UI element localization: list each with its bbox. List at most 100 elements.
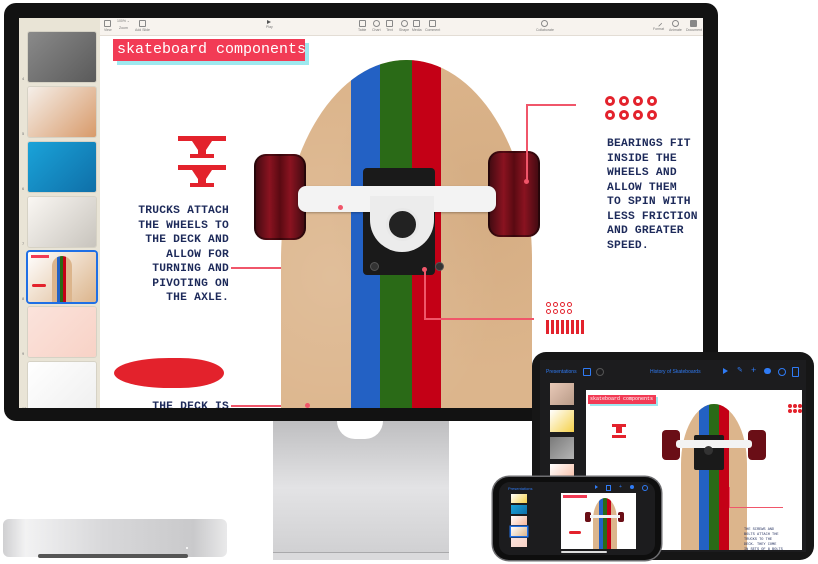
slide-thumbnail[interactable] — [28, 307, 96, 357]
trucks-text-line: THE WHEELS TO — [138, 219, 229, 232]
slide-thumbnail[interactable] — [511, 505, 527, 514]
more-icon[interactable] — [778, 368, 786, 376]
shape-icon — [400, 20, 408, 27]
trucks-text-line: ALLOW FOR — [166, 248, 229, 261]
slide-thumbnail[interactable] — [28, 142, 96, 192]
sidebar-view-icon — [104, 20, 112, 27]
slide-number: 10 — [22, 406, 26, 408]
bearings-text-line: LESS FRICTION — [607, 210, 698, 223]
bearings-icon — [605, 96, 657, 120]
slide-thumbnail[interactable] — [28, 87, 96, 137]
truck-icon — [178, 136, 226, 158]
collaborate-button[interactable]: Collaborate — [536, 20, 554, 33]
slide-thumbnail[interactable] — [28, 362, 96, 408]
document-title[interactable]: History of Skateboards — [650, 369, 701, 375]
slide-thumbnail[interactable] — [511, 494, 527, 503]
media-icon — [413, 20, 421, 27]
slide-thumbnail[interactable] — [511, 527, 527, 536]
slide-thumbnail[interactable] — [511, 516, 527, 525]
text-button[interactable]: Text — [386, 20, 393, 33]
slide-thumbnail[interactable] — [550, 437, 574, 459]
format-icon[interactable]: ✎ — [737, 367, 743, 374]
ipad-skateboard — [681, 404, 747, 550]
slide-thumbnail[interactable] — [511, 538, 527, 547]
add-slide-button[interactable]: Add Slide — [135, 20, 150, 33]
chart-button[interactable]: Chart — [372, 20, 381, 33]
view-button[interactable]: View — [104, 20, 112, 33]
bearings-text-line: INSIDE THE — [607, 152, 677, 165]
more-icon[interactable] — [642, 485, 648, 491]
deck-text-line: THE DECK IS — [152, 401, 229, 408]
trucks-text-line: TURNING AND — [152, 263, 229, 275]
undo-icon[interactable] — [596, 368, 604, 376]
add-icon[interactable]: + — [751, 366, 756, 375]
sidebar-toggle-icon[interactable] — [583, 368, 591, 376]
slide-number: 4 — [22, 76, 25, 81]
slide-number: 7 — [22, 241, 25, 246]
slide-thumbnail[interactable] — [550, 410, 574, 432]
animate-icon — [671, 20, 679, 27]
chart-icon — [372, 20, 380, 27]
shape-button[interactable]: Shape — [399, 20, 409, 33]
add-slide-icon — [138, 20, 146, 27]
ipad-screws-text-line: IN SETS OF 8 BOLTS — [744, 548, 783, 550]
iphone-slide-canvas[interactable] — [561, 493, 636, 549]
mac-mini-status-light — [186, 547, 188, 549]
zoom-button[interactable]: 100% ⌄ Zoom — [117, 19, 130, 30]
collaborate-icon[interactable] — [630, 485, 634, 489]
document-button[interactable]: Document — [686, 20, 702, 33]
bearings-leader-line-vertical — [526, 104, 528, 181]
play-icon[interactable] — [595, 485, 598, 489]
play-button[interactable]: Play — [266, 20, 273, 30]
media-button[interactable]: Media — [412, 20, 422, 33]
keynote-iphone-window: Presentations + — [499, 482, 655, 555]
slide-number: 6 — [22, 186, 25, 191]
screws-leader-line — [424, 318, 534, 320]
format-button[interactable]: Format — [653, 19, 664, 32]
comment-button[interactable]: Comment — [425, 20, 440, 33]
mac-mini-base — [38, 554, 188, 558]
toolbar: View 100% ⌄ Zoom Add Slide Play Table Ch… — [100, 18, 703, 36]
animate-button[interactable]: Animate — [669, 20, 682, 33]
kingpin-nut — [386, 208, 419, 241]
play-icon[interactable] — [723, 368, 728, 374]
slide-navigator[interactable]: 4 5 6 7 8 9 10 — [19, 18, 100, 408]
home-indicator — [561, 551, 607, 553]
document-icon[interactable] — [792, 367, 799, 377]
trucks-text-line: PIVOTING ON — [152, 277, 229, 290]
slide-thumbnail[interactable] — [28, 197, 96, 247]
table-button[interactable]: Table — [358, 20, 366, 33]
presentations-back-button[interactable]: Presentations — [546, 369, 577, 375]
bearings-text-line: TO SPIN WITH — [607, 196, 691, 208]
slide-thumbnail[interactable] — [28, 252, 96, 302]
slide-thumbnail[interactable] — [28, 32, 96, 82]
deck-description: THE DECK ISTHE PLATFORM — [114, 400, 229, 408]
slide-number: 9 — [22, 351, 25, 356]
comment-icon — [429, 20, 437, 27]
slide-title[interactable]: skateboard components — [113, 39, 306, 61]
iphone-slide-navigator[interactable] — [507, 494, 533, 552]
add-icon[interactable]: + — [619, 485, 622, 490]
nuts-icon — [546, 302, 572, 314]
iphone-toolbar: + — [595, 485, 655, 491]
format-icon[interactable] — [606, 485, 611, 491]
keynote-mac-window: 4 5 6 7 8 9 10 View 100% ⌄ Zoom Add Slide Play… — [19, 18, 703, 408]
truck-icon — [178, 165, 226, 187]
ipad-toolbar: Presentations History of Skateboards ✎ + — [540, 360, 806, 382]
table-icon — [358, 20, 366, 27]
bearings-text-line: WHEELS AND — [607, 167, 677, 179]
slide-number: 5 — [22, 131, 25, 136]
display-stand-foot — [273, 552, 449, 560]
slide-thumbnail[interactable] — [550, 383, 574, 405]
deck-icon — [114, 358, 224, 388]
mac-mini — [3, 519, 227, 557]
bearings-text-line: AND GREATER — [607, 225, 684, 237]
slide-number: 8 — [22, 296, 25, 301]
collaborate-icon[interactable] — [764, 368, 771, 374]
trucks-text-line: TRUCKS ATTACH — [138, 205, 229, 217]
iphone-presentations-back-button[interactable]: Presentations — [508, 486, 532, 491]
ipad-screws-description: THE SCREWS AND BOLTS ATTACH THE TRUCKS TO … — [744, 528, 783, 550]
play-icon — [267, 20, 272, 24]
bearings-leader-line — [526, 104, 576, 106]
bearings-text-line: BEARINGS FIT — [607, 138, 691, 150]
